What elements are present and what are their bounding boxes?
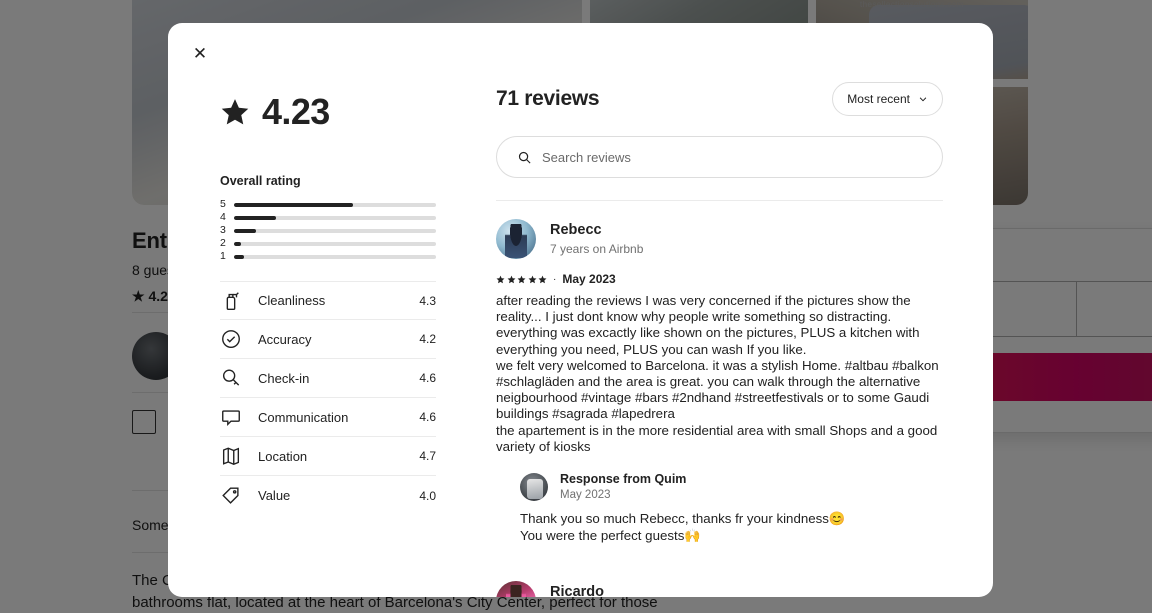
- review-text: after reading the reviews I was very con…: [496, 293, 939, 454]
- category-value: 4.7: [419, 449, 436, 463]
- rating-bar-row: 2: [220, 237, 436, 250]
- rating-bar-label: 1: [220, 250, 226, 263]
- rating-bar-label: 3: [220, 224, 226, 237]
- sort-dropdown-label: Most recent: [847, 92, 910, 106]
- avatar: [496, 581, 536, 597]
- rating-bar-row: 1: [220, 250, 436, 263]
- rating-bar-row: 4: [220, 211, 436, 224]
- category-value: 4.6: [419, 371, 436, 385]
- review-author-name: Rebecc: [550, 221, 602, 238]
- rating-bar-fill: [234, 241, 242, 246]
- category-row-cleanliness: Cleanliness 4.3: [220, 281, 436, 320]
- chat-bubble-icon: [220, 406, 242, 428]
- host-response: Response from Quim May 2023 Thank you so…: [520, 472, 943, 544]
- category-label: Accuracy: [258, 331, 312, 347]
- review-rating-row: · May 2023: [496, 272, 943, 286]
- chevron-down-icon: [919, 97, 927, 102]
- host-response-title: Response from Quim: [560, 472, 687, 487]
- rating-bar-fill: [234, 254, 245, 259]
- search-input[interactable]: [542, 149, 922, 165]
- rating-bar-fill: [234, 228, 257, 233]
- overall-rating-block: 4.23: [220, 94, 436, 130]
- category-row-communication: Communication 4.6: [220, 398, 436, 437]
- review-author-row[interactable]: Rebecc 7 years on Airbnb: [496, 219, 943, 259]
- rating-bar-label: 4: [220, 211, 226, 224]
- page-root: thesellectionsolutions.com Entire rental…: [0, 0, 1152, 613]
- rating-bar-fill: [234, 202, 354, 207]
- category-row-checkin: Check-in 4.6: [220, 359, 436, 398]
- search-reviews-container[interactable]: [496, 136, 943, 178]
- rating-bar-label: 5: [220, 198, 226, 211]
- modal-body: 4.23 Overall rating 5 4 3 2 1 Cleanlines…: [168, 70, 993, 597]
- star-icon: [221, 99, 249, 125]
- search-icon: [518, 151, 531, 164]
- category-value: 4.6: [419, 410, 436, 424]
- host-response-date: May 2023: [560, 489, 611, 502]
- reviews-panel: 71 reviews Most recent Search reviews Re…: [474, 70, 993, 597]
- review-item: Ricardo Campeche, Mexico · April 2023 · …: [496, 581, 943, 597]
- tag-icon: [220, 485, 242, 507]
- rating-bar-track: [234, 215, 436, 220]
- overall-rating-label: Overall rating: [220, 174, 301, 188]
- category-value: 4.3: [419, 293, 436, 308]
- reviews-list: Rebecc 7 years on Airbnb · May 2023 afte…: [496, 219, 943, 597]
- separator-dot: ·: [553, 273, 557, 285]
- rating-distribution: 5 4 3 2 1: [220, 198, 436, 263]
- reviews-modal: ✕ 4.23 Overall rating 5 4 3 2 1 Cleanlin…: [168, 23, 993, 597]
- check-circle-icon: [220, 328, 242, 350]
- reviews-count: 71 reviews: [496, 87, 600, 110]
- category-value: 4.2: [419, 332, 436, 346]
- rating-bar-fill: [234, 215, 277, 220]
- review-item: Rebecc 7 years on Airbnb · May 2023 afte…: [496, 219, 943, 544]
- reviews-header: 71 reviews Most recent: [496, 82, 943, 116]
- category-label: Communication: [258, 409, 349, 425]
- map-icon: [220, 445, 242, 467]
- category-value: 4.0: [419, 488, 436, 503]
- overall-rating-value: 4.23: [262, 91, 330, 132]
- host-response-text: Thank you so much Rebecc, thanks fr your…: [520, 511, 846, 543]
- category-label: Value: [258, 488, 291, 503]
- category-row-value: Value 4.0: [220, 476, 436, 515]
- category-ratings-list: Cleanliness 4.3 Accuracy 4.2 Check-in 4.…: [220, 281, 436, 515]
- avatar: [520, 472, 548, 501]
- category-label: Check-in: [258, 370, 310, 386]
- category-label: Cleanliness: [258, 293, 326, 308]
- rating-bar-track: [234, 202, 436, 207]
- close-icon[interactable]: ✕: [184, 37, 216, 69]
- category-label: Location: [258, 448, 308, 464]
- category-row-accuracy: Accuracy 4.2: [220, 320, 436, 359]
- review-spacer: [496, 562, 943, 564]
- rating-bar-track: [234, 241, 436, 246]
- review-author-name: Ricardo: [550, 583, 604, 597]
- star-rating: [496, 275, 547, 284]
- reviews-divider: [496, 200, 943, 201]
- spray-bottle-icon: [220, 290, 242, 312]
- rating-bar-track: [234, 254, 436, 259]
- ratings-summary-panel: 4.23 Overall rating 5 4 3 2 1 Cleanlines…: [168, 70, 474, 597]
- rating-bar-label: 2: [220, 237, 226, 250]
- avatar: [496, 219, 536, 259]
- key-icon: [220, 367, 242, 389]
- review-author-meta: 7 years on Airbnb: [550, 242, 644, 257]
- rating-bar-row: 3: [220, 224, 436, 237]
- rating-bar-row: 5: [220, 198, 436, 211]
- rating-bar-track: [234, 228, 436, 233]
- review-author-row[interactable]: Ricardo Campeche, Mexico: [496, 581, 943, 597]
- host-response-header: Response from Quim May 2023: [520, 472, 943, 501]
- review-date: May 2023: [562, 272, 616, 286]
- category-row-location: Location 4.7: [220, 437, 436, 476]
- sort-dropdown-button[interactable]: Most recent: [832, 82, 943, 116]
